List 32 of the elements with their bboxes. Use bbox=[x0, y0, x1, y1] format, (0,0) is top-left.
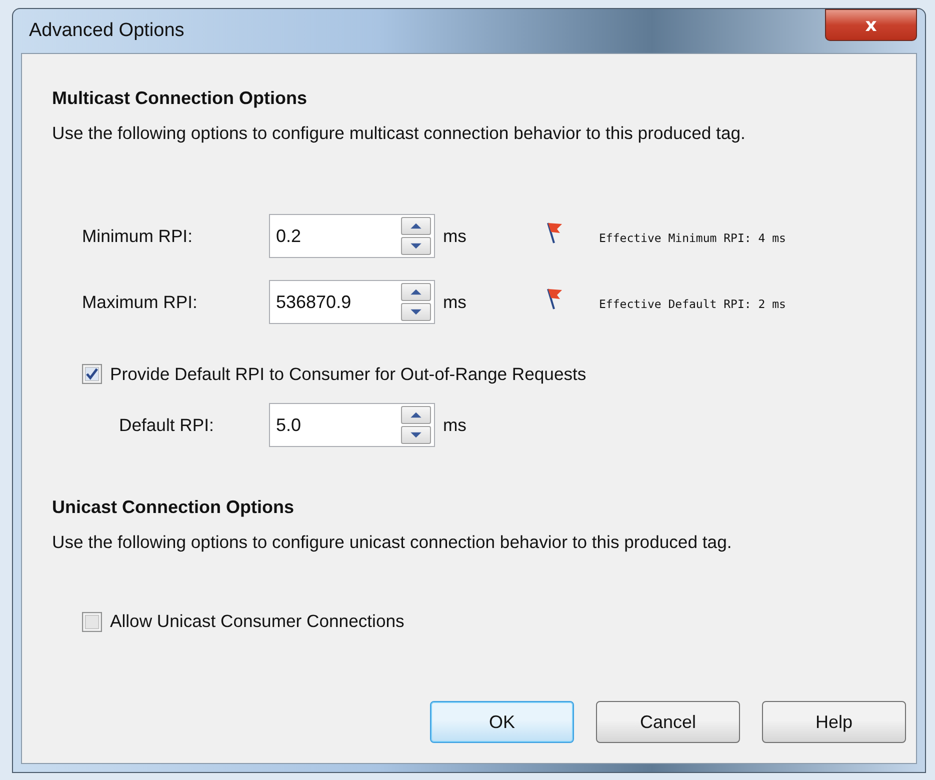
window-title: Advanced Options bbox=[29, 20, 184, 42]
spin-up-icon[interactable] bbox=[401, 217, 431, 235]
spin-up-icon[interactable] bbox=[401, 406, 431, 424]
unit-label: ms bbox=[443, 414, 468, 436]
flag-icon bbox=[545, 287, 565, 311]
spin-up-icon[interactable] bbox=[401, 283, 431, 301]
spin-down-icon[interactable] bbox=[401, 426, 431, 444]
section-description: Use the following options to configure unicast connection behavior to this produced tag. bbox=[52, 532, 733, 553]
effective-rpi-note: Effective Default RPI: 2 ms bbox=[599, 297, 786, 311]
number-field[interactable]: 5.0 bbox=[269, 403, 435, 447]
field-label: Maximum RPI: bbox=[82, 292, 198, 312]
dialog-button[interactable]: OK bbox=[430, 701, 574, 743]
checkbox-label: Allow Unicast Consumer Connections bbox=[110, 611, 404, 632]
number-field[interactable]: 536870.9 bbox=[269, 280, 435, 324]
flag-icon bbox=[545, 221, 565, 245]
section-description: Use the following options to configure multicast connection behavior to this produced tag. bbox=[52, 123, 746, 144]
section-heading: Unicast Connection Options bbox=[52, 497, 296, 518]
checkbox[interactable] bbox=[82, 612, 102, 632]
number-field[interactable]: 0.2 bbox=[269, 214, 435, 258]
dialog-button[interactable]: Cancel bbox=[596, 701, 740, 743]
spin-down-icon[interactable] bbox=[401, 303, 431, 321]
unit-label: ms bbox=[443, 292, 468, 312]
field-label: Minimum RPI: bbox=[82, 226, 194, 246]
close-button[interactable]: x bbox=[825, 9, 917, 41]
field-label: Default RPI: bbox=[119, 414, 215, 436]
checkbox[interactable] bbox=[82, 364, 102, 384]
checkbox-label: Provide Default RPI to Consumer for Out-of-Range Requests bbox=[110, 364, 586, 384]
section-heading: Multicast Connection Options bbox=[52, 88, 308, 109]
dialog-button[interactable]: Help bbox=[762, 701, 906, 743]
unit-label: ms bbox=[443, 226, 468, 246]
spin-down-icon[interactable] bbox=[401, 237, 431, 255]
effective-rpi-note: Effective Minimum RPI: 4 ms bbox=[599, 231, 786, 245]
